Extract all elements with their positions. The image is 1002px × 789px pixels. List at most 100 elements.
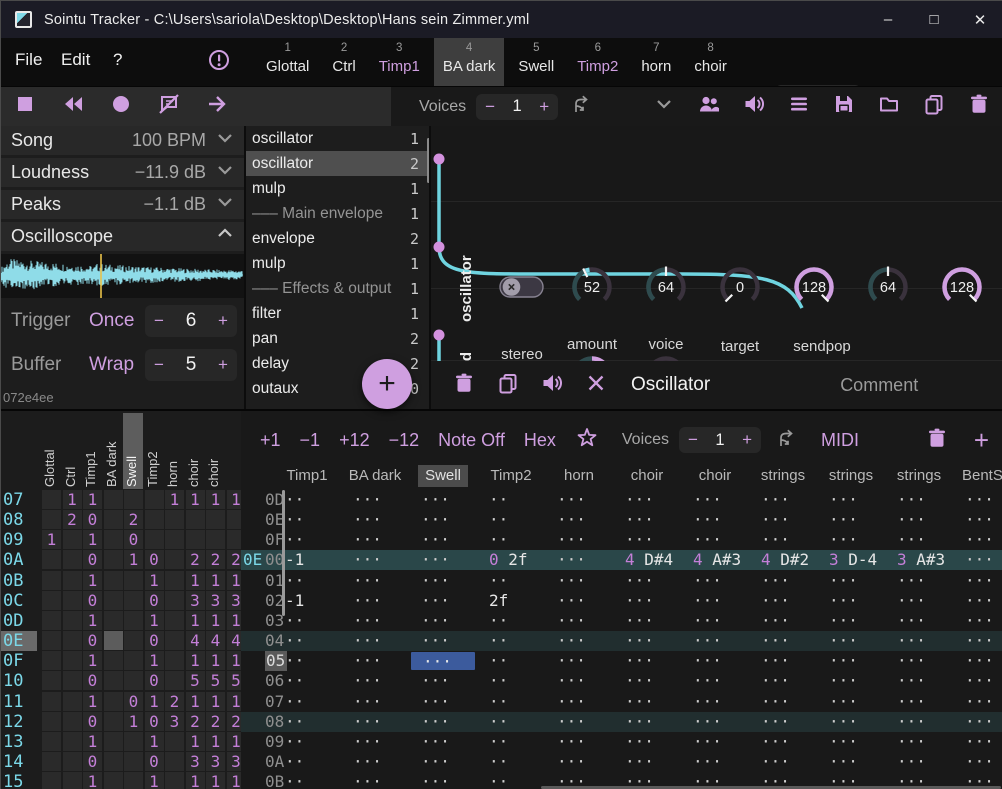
note-cell[interactable]: ···: [681, 692, 749, 712]
follow-off-icon[interactable]: [158, 93, 180, 120]
order-cell[interactable]: 0: [83, 671, 102, 690]
order-cell[interactable]: 1: [145, 732, 164, 751]
stop-icon[interactable]: [14, 93, 36, 120]
order-cell[interactable]: 0: [83, 752, 102, 771]
note-cell[interactable]: ··: [477, 490, 545, 510]
order-cell[interactable]: 1: [83, 772, 102, 789]
transpose-plus12-button[interactable]: +12: [339, 430, 370, 451]
unit-list-item-main-envelope[interactable]: ––– Main envelope1: [246, 201, 429, 226]
note-cell[interactable]: ···: [545, 631, 613, 651]
order-cell[interactable]: [42, 732, 61, 751]
order-cell[interactable]: 1: [186, 772, 205, 789]
note-cell[interactable]: ···: [953, 591, 1002, 611]
order-cell[interactable]: [186, 530, 205, 549]
order-cell[interactable]: [124, 671, 143, 690]
param-knob[interactable]: 128: [791, 264, 837, 315]
note-cell[interactable]: ···: [409, 490, 477, 510]
order-cell[interactable]: [227, 510, 242, 529]
note-cell[interactable]: ··: [477, 732, 545, 752]
order-cell[interactable]: 0: [124, 692, 143, 711]
param-knob[interactable]: 64: [865, 264, 911, 315]
track-voices-minus-button[interactable]: −: [688, 430, 698, 450]
note-cell[interactable]: 4 D#2: [749, 550, 817, 570]
order-cell[interactable]: 1: [206, 651, 225, 670]
order-cell[interactable]: 3: [206, 752, 225, 771]
note-cell[interactable]: ···: [749, 651, 817, 671]
order-cell[interactable]: 0: [83, 550, 102, 569]
note-cell[interactable]: ··: [285, 510, 341, 530]
note-cell[interactable]: ···: [409, 611, 477, 631]
note-cell[interactable]: ···: [341, 772, 409, 789]
note-cell[interactable]: ···: [681, 752, 749, 772]
order-cell[interactable]: [124, 591, 143, 610]
note-cell[interactable]: ···: [341, 671, 409, 691]
order-cell[interactable]: [104, 772, 123, 789]
note-cell[interactable]: ···: [545, 671, 613, 691]
order-cell[interactable]: [165, 732, 184, 751]
copy-icon[interactable]: [497, 372, 519, 399]
add-track-button[interactable]: +: [974, 425, 989, 456]
order-cell[interactable]: [63, 611, 82, 630]
note-cell[interactable]: ··: [477, 772, 545, 789]
midi-button[interactable]: MIDI: [821, 430, 859, 451]
note-cell[interactable]: 2f: [477, 591, 545, 611]
order-cell[interactable]: 1: [227, 692, 242, 711]
order-cell[interactable]: 1: [206, 611, 225, 630]
order-cell[interactable]: 2: [63, 510, 82, 529]
order-cell[interactable]: 1: [124, 550, 143, 569]
order-cell[interactable]: 0: [83, 510, 102, 529]
trigger-plus-button[interactable]: +: [218, 311, 228, 331]
order-cell[interactable]: [63, 591, 82, 610]
note-cell[interactable]: ···: [545, 752, 613, 772]
track-voices-plus-button[interactable]: +: [742, 430, 752, 450]
panel-row-peaks[interactable]: Peaks−1.1 dB: [1, 190, 244, 219]
order-cell[interactable]: [63, 752, 82, 771]
order-cell[interactable]: 1: [165, 490, 184, 509]
order-cell[interactable]: 2: [186, 712, 205, 731]
note-cell[interactable]: ···: [409, 712, 477, 732]
order-cell[interactable]: 1: [83, 692, 102, 711]
order-column-header-ctrl[interactable]: Ctrl: [63, 415, 83, 487]
order-cell[interactable]: 0: [145, 752, 164, 771]
people-icon[interactable]: [698, 93, 720, 120]
order-cell[interactable]: 2: [227, 550, 242, 569]
note-track-header-swell[interactable]: Swell: [409, 465, 477, 487]
note-cell[interactable]: ···: [613, 692, 681, 712]
order-cell[interactable]: 1: [145, 692, 164, 711]
note-cell[interactable]: ···: [341, 571, 409, 591]
order-cell[interactable]: [165, 631, 184, 650]
order-cell[interactable]: 1: [63, 490, 82, 509]
order-cell[interactable]: [124, 651, 143, 670]
order-cell[interactable]: [42, 692, 61, 711]
note-cell[interactable]: ···: [613, 530, 681, 550]
speaker-icon[interactable]: [541, 372, 563, 399]
order-cell[interactable]: [186, 510, 205, 529]
note-cell[interactable]: ···: [613, 490, 681, 510]
order-cell[interactable]: [63, 631, 82, 650]
note-cell[interactable]: ···: [885, 651, 953, 671]
order-cell[interactable]: [145, 530, 164, 549]
unit-list-item-oscillator[interactable]: oscillator1: [246, 126, 429, 151]
note-cell[interactable]: ···: [341, 732, 409, 752]
note-cell[interactable]: ···: [681, 712, 749, 732]
note-cell[interactable]: ··: [285, 571, 341, 591]
note-cell[interactable]: ···: [817, 631, 885, 651]
note-cell[interactable]: ···: [953, 671, 1002, 691]
order-cell[interactable]: [42, 752, 61, 771]
menu-edit[interactable]: Edit: [61, 50, 90, 70]
order-cell[interactable]: [165, 611, 184, 630]
note-cell[interactable]: -1: [285, 591, 341, 611]
note-cell[interactable]: ···: [817, 530, 885, 550]
unit-list-item-filter[interactable]: filter1: [246, 301, 429, 326]
split-icon[interactable]: [777, 427, 799, 454]
param-knob[interactable]: 64: [643, 264, 689, 315]
order-cell[interactable]: 0: [83, 631, 102, 650]
order-cell[interactable]: [145, 510, 164, 529]
note-cell[interactable]: ··: [285, 712, 341, 732]
note-cell[interactable]: ···: [681, 732, 749, 752]
note-cell[interactable]: ···: [545, 651, 613, 671]
speaker-icon[interactable]: [743, 93, 765, 120]
unit-comment-field[interactable]: Comment: [840, 375, 918, 396]
trigger-minus-button[interactable]: −: [154, 311, 164, 331]
note-cell[interactable]: ··: [285, 671, 341, 691]
